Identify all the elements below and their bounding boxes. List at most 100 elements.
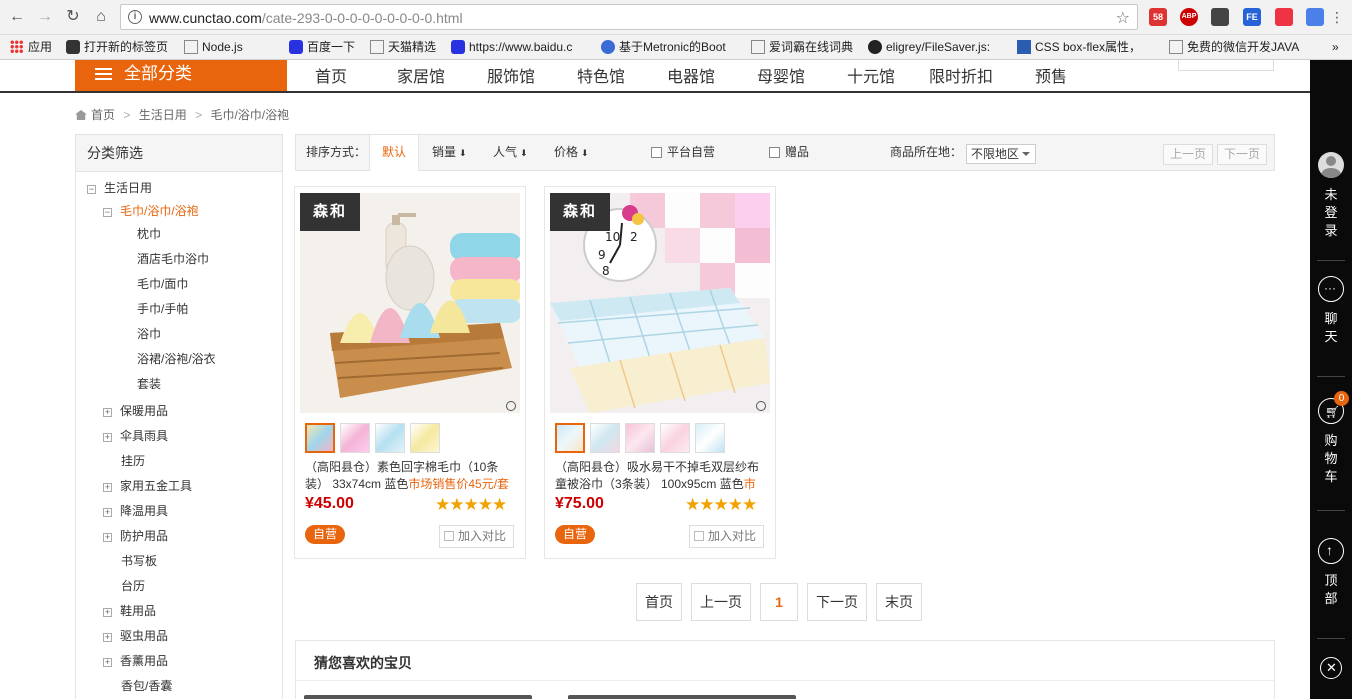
product-image[interactable]: 10 2 9 8 森和 <box>550 193 770 413</box>
nav-presale[interactable]: 预售 <box>1035 63 1067 87</box>
tree-category[interactable]: + 防护用品 <box>103 528 168 544</box>
add-to-compare-button[interactable]: 加入对比 <box>439 525 514 548</box>
expand-icon[interactable]: + <box>103 483 112 492</box>
breadcrumb-home[interactable]: 首页 <box>91 108 115 122</box>
bookmark-apps[interactable]: 应用 <box>10 38 52 56</box>
info-icon[interactable]: i <box>128 10 142 24</box>
thumbnail[interactable] <box>555 423 585 453</box>
tree-category[interactable]: + 保暖用品 <box>103 403 168 419</box>
toolbar-prev-page[interactable]: 上一页 <box>1163 144 1213 165</box>
tree-subitem[interactable]: 手巾/手帕 <box>137 301 188 317</box>
sort-sales-button[interactable]: 销量 ⬇ <box>432 135 467 170</box>
cart-button[interactable]: 🛒︎ 0 购物车 <box>1310 391 1352 486</box>
extension-58-icon[interactable]: 58 <box>1149 8 1167 26</box>
tree-subitem[interactable]: 酒店毛巾浴巾 <box>137 251 209 267</box>
chat-button[interactable]: ··· 聊天 <box>1310 276 1352 346</box>
sort-default-button[interactable]: 默认 <box>369 135 420 171</box>
forward-icon[interactable]: → <box>34 6 56 28</box>
close-toolbar-button[interactable]: ✕ <box>1310 657 1352 687</box>
nav-specialty[interactable]: 特色馆 <box>577 63 625 87</box>
tree-subitem[interactable]: 毛巾/面巾 <box>137 276 188 292</box>
checkbox[interactable] <box>651 147 662 158</box>
tree-category[interactable]: 书写板 <box>121 553 157 569</box>
thumbnail[interactable] <box>305 423 335 453</box>
zoom-icon[interactable] <box>756 401 766 411</box>
thumbnail[interactable] <box>590 423 620 453</box>
checkbox[interactable] <box>769 147 780 158</box>
thumbnail[interactable] <box>410 423 440 453</box>
adblock-icon[interactable]: ABP <box>1180 8 1198 26</box>
product-image[interactable]: 森和 <box>300 193 520 413</box>
pagination-current[interactable]: 1 <box>760 583 798 621</box>
all-categories-button[interactable]: 全部分类 <box>75 60 287 91</box>
pagination-first[interactable]: 首页 <box>636 583 682 621</box>
collapse-icon[interactable]: − <box>103 208 112 217</box>
nav-flash-sale[interactable]: 限时折扣 <box>929 63 993 87</box>
home-icon[interactable]: ⌂ <box>90 6 112 28</box>
thumbnail[interactable] <box>340 423 370 453</box>
menu-icon[interactable]: ⋮ <box>1326 6 1348 28</box>
filter-gift[interactable]: 赠品 <box>769 135 809 170</box>
bookmark-item[interactable]: Node.js <box>184 38 243 56</box>
tree-subitem[interactable]: 套装 <box>137 376 161 392</box>
fe-helper-icon[interactable]: FE <box>1243 8 1261 26</box>
pagination-prev[interactable]: 上一页 <box>691 583 751 621</box>
nav-home-goods[interactable]: 家居馆 <box>397 63 445 87</box>
expand-icon[interactable]: + <box>103 433 112 442</box>
expand-icon[interactable]: + <box>103 658 112 667</box>
collapse-icon[interactable]: − <box>87 185 96 194</box>
product-title[interactable]: （高阳县仓）素色回字棉毛巾（10条装） 33x74cm 蓝色市场销售价45元/套 <box>305 459 519 495</box>
location-select[interactable]: 不限地区 <box>966 144 1036 164</box>
tree-category[interactable]: + 鞋用品 <box>103 603 156 619</box>
sort-popularity-button[interactable]: 人气 ⬇ <box>493 135 528 170</box>
bookmark-item[interactable]: 免费的微信开发JAVA <box>1169 38 1305 56</box>
recommendation-item[interactable] <box>304 695 532 699</box>
sort-price-button[interactable]: 价格 ⬇ <box>554 135 589 170</box>
product-card[interactable]: 森和 （高阳县仓）素色回字棉毛巾（10条装） 33x74cm 蓝色市场销售价45… <box>294 186 526 559</box>
expand-icon[interactable]: + <box>103 608 112 617</box>
thumbnail[interactable] <box>375 423 405 453</box>
tree-active-category[interactable]: − 毛巾/浴巾/浴袍 <box>103 203 199 219</box>
nav-home[interactable]: 首页 <box>315 63 347 87</box>
product-card[interactable]: 10 2 9 8 森和 （高阳县仓）吸水易干不掉毛双层纱布童被浴巾（3条装） 1… <box>544 186 776 559</box>
login-button[interactable]: 未登录 <box>1310 152 1352 240</box>
expand-icon[interactable]: + <box>103 533 112 542</box>
bookmark-star-icon[interactable]: ☆ <box>1116 8 1130 28</box>
tree-category[interactable]: + 家用五金工具 <box>103 478 192 494</box>
nav-ten-yuan[interactable]: 十元馆 <box>847 63 895 87</box>
checkbox[interactable] <box>694 531 704 541</box>
header-search-box[interactable] <box>1178 60 1274 71</box>
thumbnail[interactable] <box>625 423 655 453</box>
bookmark-item[interactable]: 百度一下 <box>289 38 355 56</box>
bookmarks-overflow-icon[interactable]: » <box>1332 38 1339 56</box>
extension-red-icon[interactable] <box>1275 8 1293 26</box>
translate-icon[interactable] <box>1306 8 1324 26</box>
bookmark-item[interactable]: 打开新的标签页 <box>66 38 168 56</box>
tree-category[interactable]: 香包/香囊 <box>121 678 172 694</box>
bookmark-item[interactable]: eligrey/FileSaver.js: <box>868 38 1004 56</box>
pagination-last[interactable]: 末页 <box>876 583 922 621</box>
tree-category[interactable]: 台历 <box>121 578 145 594</box>
expand-icon[interactable]: + <box>103 408 112 417</box>
tree-subitem[interactable]: 浴裙/浴袍/浴衣 <box>137 351 216 367</box>
tree-category[interactable]: + 香薰用品 <box>103 653 168 669</box>
recommendation-item[interactable] <box>568 695 796 699</box>
zoom-icon[interactable] <box>506 401 516 411</box>
bookmark-item[interactable]: https://www.baidu.c <box>451 38 589 56</box>
checkbox[interactable] <box>444 531 454 541</box>
toolbar-next-page[interactable]: 下一页 <box>1217 144 1267 165</box>
thumbnail[interactable] <box>695 423 725 453</box>
reload-icon[interactable]: ↻ <box>62 6 84 28</box>
tree-subitem[interactable]: 浴巾 <box>137 326 161 342</box>
add-to-compare-button[interactable]: 加入对比 <box>689 525 764 548</box>
expand-icon[interactable]: + <box>103 508 112 517</box>
tree-category[interactable]: + 驱虫用品 <box>103 628 168 644</box>
url-text[interactable]: www.cunctao.com/cate-293-0-0-0-0-0-0-0-0… <box>149 10 463 26</box>
filter-self-operated[interactable]: 平台自营 <box>651 135 715 170</box>
nav-appliances[interactable]: 电器馆 <box>667 63 715 87</box>
bookmark-item[interactable]: 基于Metronic的Boot <box>601 38 739 56</box>
breadcrumb-level2[interactable]: 毛巾/浴巾/浴袍 <box>210 108 289 122</box>
back-to-top-button[interactable]: ↑ 顶部 <box>1310 538 1352 608</box>
address-bar[interactable]: i www.cunctao.com/cate-293-0-0-0-0-0-0-0… <box>120 4 1138 30</box>
tree-category[interactable]: 挂历 <box>121 453 145 469</box>
